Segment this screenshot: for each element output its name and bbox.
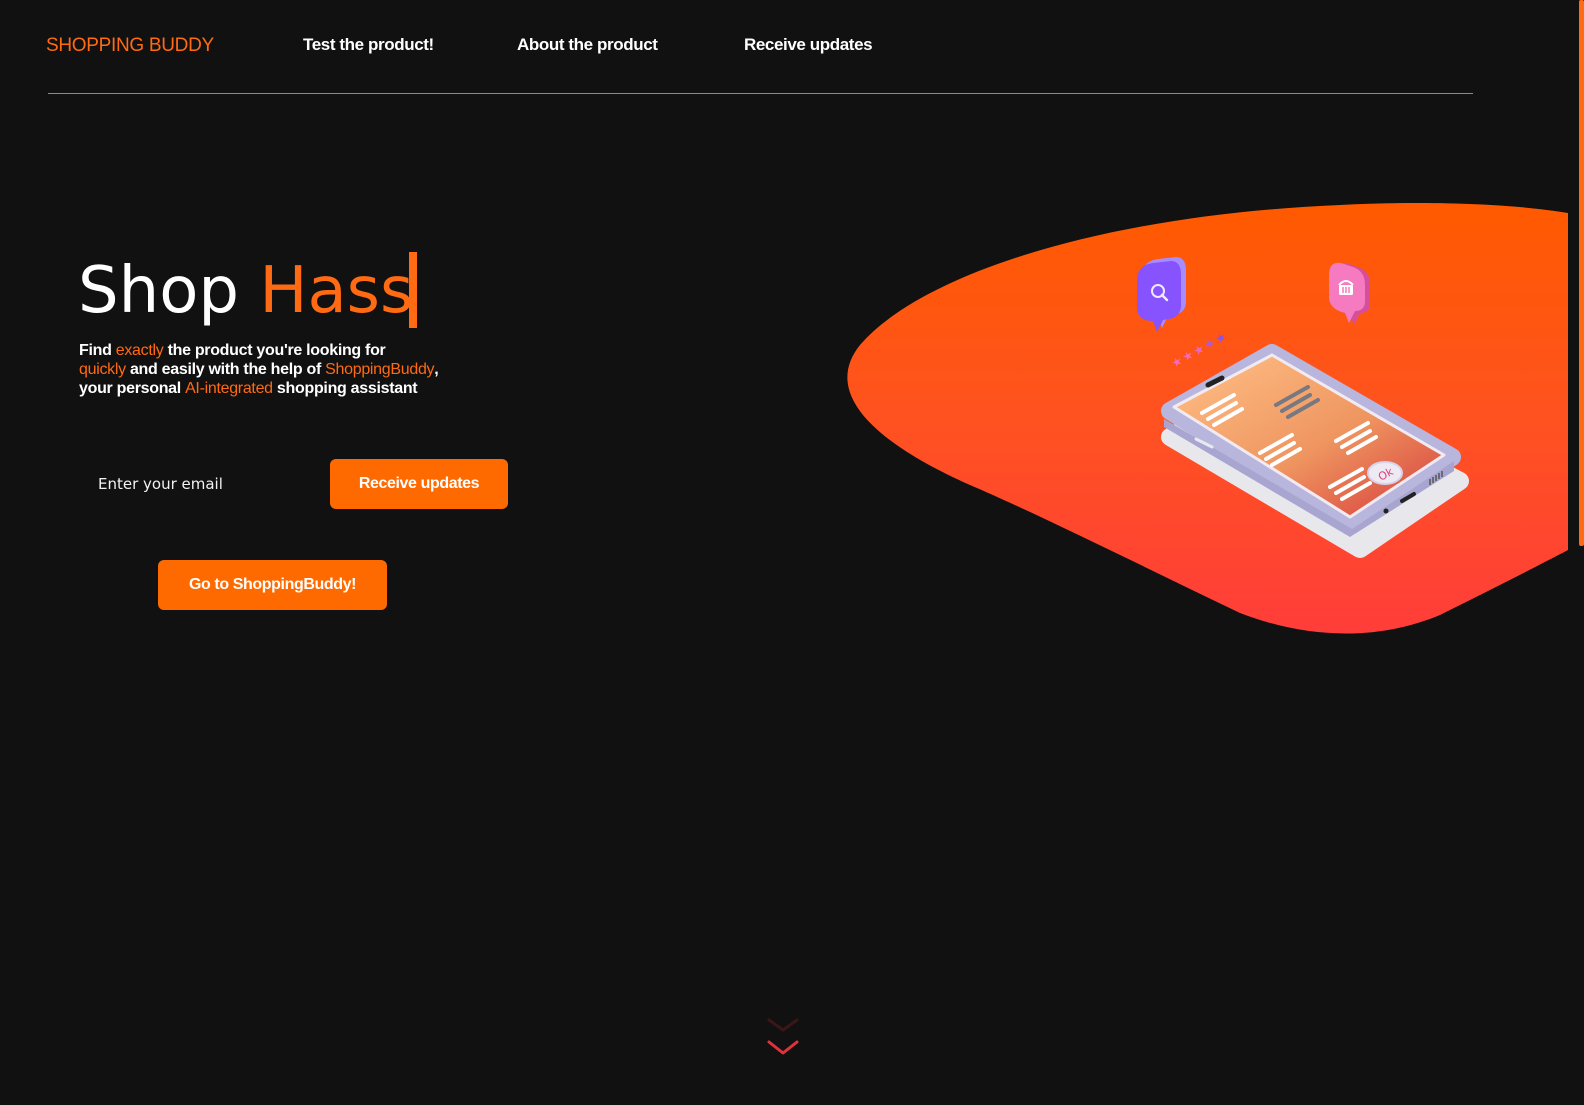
scrollbar-thumb[interactable] (1579, 0, 1584, 546)
hero-title-typing-word: Hass (259, 254, 414, 328)
logo-link[interactable]: SHOPPING BUDDY (46, 35, 214, 57)
chevron-double-down-icon[interactable] (764, 1010, 804, 1060)
subtitle-highlight: ShoppingBuddy (325, 361, 435, 378)
hero-subtitle: Find exactly the product you're looking … (79, 341, 519, 398)
subtitle-text: and easily with the help of (125, 361, 326, 378)
subtitle-text: the product you're looking for (163, 342, 386, 359)
hero-title-word-shop: Shop (78, 254, 239, 328)
nav-divider (48, 93, 1473, 94)
phone-jack (1383, 508, 1389, 514)
hero-title: Shop Hass (78, 252, 418, 330)
subtitle-text: your personal (79, 380, 186, 397)
hero-illustration: Ok ★ ★ ★ ★ ★ (847, 202, 1568, 634)
subtitle-highlight: exactly (115, 342, 164, 359)
email-input[interactable] (80, 460, 310, 508)
subtitle-text: Find (79, 342, 116, 359)
subtitle-highlight: AI-integrated (185, 380, 273, 397)
nav-link-receive-updates[interactable]: Receive updates (744, 35, 873, 55)
subtitle-highlight: quickly (79, 361, 126, 378)
page-scrollbar[interactable] (1579, 0, 1584, 1105)
subtitle-line-3: your personal AI-integrated shopping ass… (79, 379, 519, 398)
nav-link-about-product[interactable]: About the product (517, 35, 658, 55)
nav-link-test-product[interactable]: Test the product! (303, 35, 434, 55)
go-to-shoppingbuddy-button[interactable]: Go to ShoppingBuddy! (158, 560, 387, 610)
subtitle-text: shopping assistant (272, 380, 418, 397)
top-navigation: SHOPPING BUDDY Test the product! About t… (0, 0, 1584, 94)
subtitle-line-1: Find exactly the product you're looking … (79, 341, 519, 360)
receive-updates-button[interactable]: Receive updates (330, 459, 508, 509)
subtitle-line-2: quickly and easily with the help of Shop… (79, 360, 519, 379)
typing-caret (409, 252, 418, 328)
subtitle-text: , (434, 361, 439, 378)
